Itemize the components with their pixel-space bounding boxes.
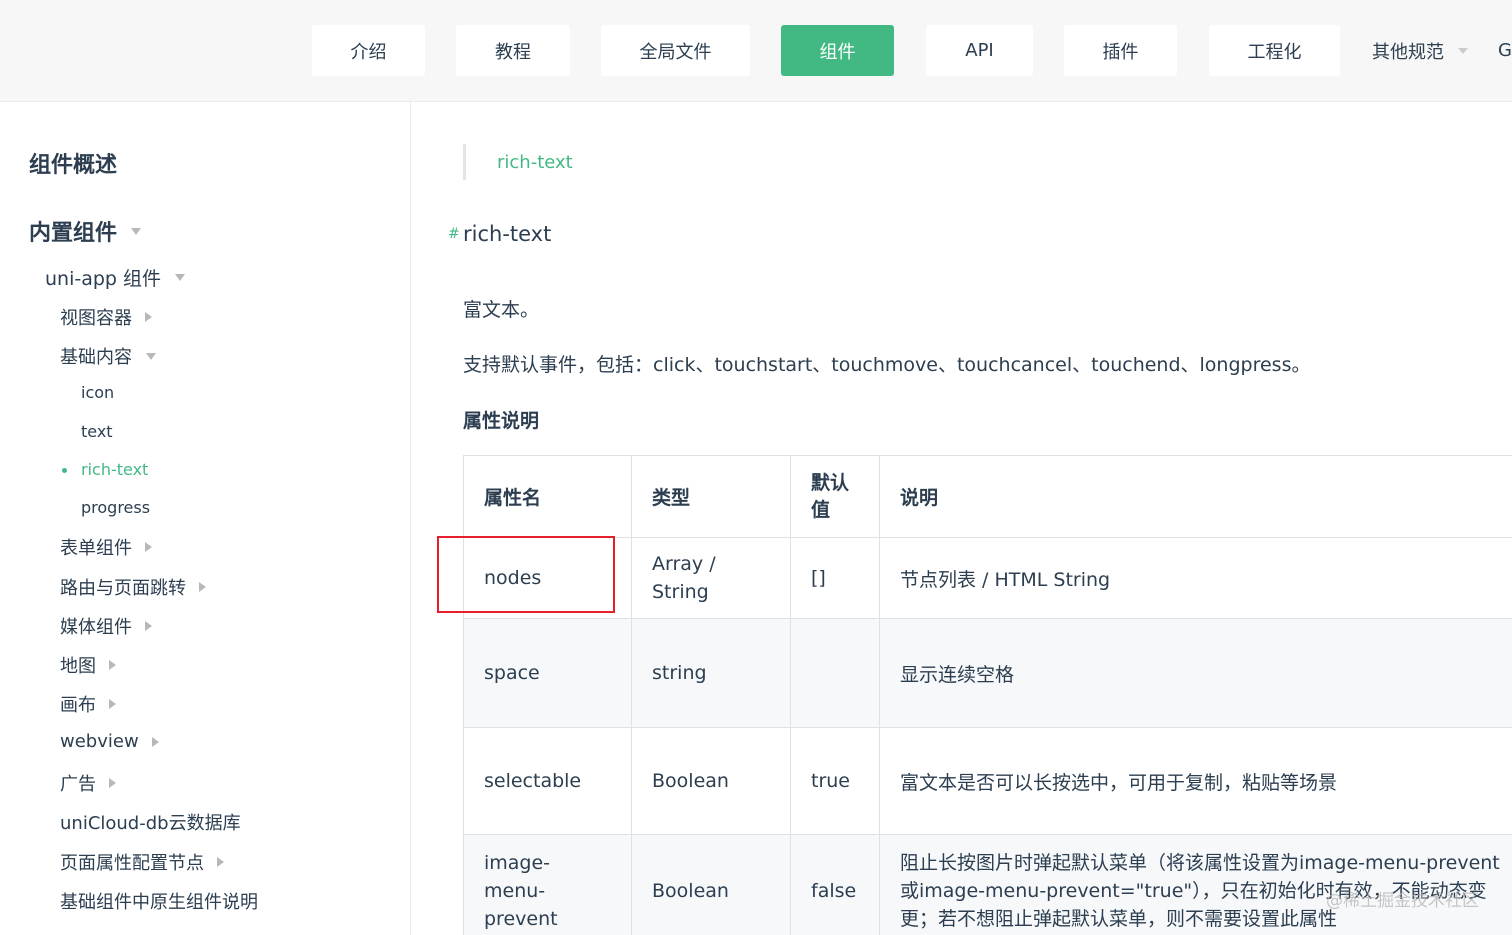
sidebar-item-label: 媒体组件 (60, 617, 132, 638)
sidebar-item-media[interactable]: 媒体组件 (60, 613, 152, 639)
sidebar-item-webview[interactable]: webview (60, 731, 159, 752)
table-cell: 节点列表 / HTML String (879, 537, 1512, 619)
chevron-right-icon (199, 582, 206, 592)
attributes-heading: 属性说明 (463, 410, 540, 432)
sidebar-item-label: 路由与页面跳转 (60, 578, 186, 599)
description-text: 富文本。 (463, 299, 540, 321)
table-cell: 富文本是否可以长按选中，可用于复制，粘贴等场景 (879, 727, 1512, 835)
column-header: 说明 (879, 455, 1512, 538)
sidebar-item-label: 视图容器 (60, 308, 132, 329)
watermark: @稀土掘金技术社区 (1326, 891, 1479, 911)
sidebar-item-label: uni-app 组件 (45, 268, 162, 290)
nav-intro[interactable]: 介绍 (312, 25, 425, 76)
nav-api[interactable]: API (926, 25, 1033, 76)
sidebar-item-uniapp-components[interactable]: uni-app 组件 (45, 264, 186, 291)
table-header-row: 属性名 类型 默认值 说明 (463, 455, 1512, 538)
table-cell: nodes (463, 537, 632, 619)
sidebar-item-label: 画布 (60, 695, 96, 716)
sidebar-item-unicloud-db[interactable]: uniCloud-db云数据库 (60, 809, 241, 835)
column-header: 默认值 (790, 455, 880, 538)
top-navbar: 介绍 教程 全局文件 组件 API 插件 工程化 其他规范 G (0, 0, 1512, 102)
sidebar-item-page-meta[interactable]: 页面属性配置节点 (60, 849, 224, 875)
nav-overflow-item[interactable]: G (1498, 25, 1512, 76)
table-cell: string (631, 618, 791, 728)
breadcrumb[interactable]: rich-text (463, 144, 573, 180)
sidebar-item-label: 表单组件 (60, 538, 132, 559)
nav-more-specs[interactable]: 其他规范 (1362, 25, 1478, 76)
sidebar-item-basic-content[interactable]: 基础内容 (60, 343, 156, 369)
sidebar-item-routing[interactable]: 路由与页面跳转 (60, 574, 206, 600)
chevron-right-icon (217, 857, 224, 867)
column-header: 类型 (631, 455, 791, 538)
table-cell: image-menu-prevent (463, 834, 632, 935)
chevron-right-icon (145, 312, 152, 322)
table-row: image-menu-prevent Boolean false 阻止长按图片时… (463, 834, 1512, 935)
sidebar-item-icon[interactable]: icon (81, 383, 114, 402)
table-row: nodes Array / String [] 节点列表 / HTML Stri… (463, 537, 1512, 619)
table-cell (790, 618, 880, 728)
nav-components[interactable]: 组件 (781, 25, 894, 76)
chevron-down-icon (1458, 47, 1468, 54)
sidebar-item-label: 地图 (60, 656, 96, 677)
chevron-right-icon (109, 778, 116, 788)
table-cell: 显示连续空格 (879, 618, 1512, 728)
sidebar-item-label: 广告 (60, 774, 96, 795)
table-cell: 阻止长按图片时弹起默认菜单（将该属性设置为image-menu-prevent或… (879, 834, 1512, 935)
sidebar-item-label: 基础内容 (60, 347, 132, 368)
chevron-down-icon (175, 274, 186, 281)
nav-engineering[interactable]: 工程化 (1209, 25, 1340, 76)
chevron-down-icon (146, 352, 156, 360)
table-cell: false (790, 834, 880, 935)
table-cell: [] (790, 537, 880, 619)
events-text: 支持默认事件，包括：click、touchstart、touchmove、tou… (463, 354, 1311, 376)
table-cell: true (790, 727, 880, 835)
chevron-right-icon (109, 699, 116, 709)
sidebar: 组件概述 内置组件 uni-app 组件 视图容器 基础内容 icon text… (0, 102, 411, 935)
sidebar-heading-builtin[interactable]: 内置组件 (29, 215, 142, 247)
attributes-table: 属性名 类型 默认值 说明 nodes Array / String [] 节点… (463, 455, 1512, 935)
nav-more-label: 其他规范 (1372, 41, 1444, 63)
chevron-right-icon (145, 542, 152, 552)
sidebar-item-text[interactable]: text (81, 422, 113, 441)
chevron-right-icon (109, 660, 116, 670)
sidebar-item-rich-text[interactable]: rich-text (81, 460, 148, 479)
chevron-right-icon (145, 621, 152, 631)
heading-anchor-link[interactable]: # (448, 226, 460, 242)
chevron-right-icon (151, 736, 159, 747)
table-cell: Boolean (631, 727, 791, 835)
sidebar-item-view-container[interactable]: 视图容器 (60, 304, 152, 330)
sidebar-item-progress[interactable]: progress (81, 498, 150, 517)
page-title: rich-text (463, 222, 552, 246)
nav-plugins[interactable]: 插件 (1064, 25, 1177, 76)
column-header: 属性名 (463, 455, 632, 538)
sidebar-item-label: webview (60, 731, 139, 752)
table-cell: space (463, 618, 632, 728)
table-cell: Array / String (631, 537, 791, 619)
chevron-down-icon (131, 227, 142, 235)
table-cell: Boolean (631, 834, 791, 935)
nav-global-files[interactable]: 全局文件 (601, 25, 750, 76)
sidebar-item-label: 内置组件 (29, 221, 118, 246)
table-row: selectable Boolean true 富文本是否可以长按选中，可用于复… (463, 727, 1512, 835)
active-dot-icon (62, 468, 67, 473)
sidebar-item-ads[interactable]: 广告 (60, 770, 116, 796)
table-cell: selectable (463, 727, 632, 835)
sidebar-item-map[interactable]: 地图 (60, 652, 116, 678)
sidebar-item-label: 页面属性配置节点 (60, 853, 204, 874)
sidebar-item-canvas[interactable]: 画布 (60, 691, 116, 717)
sidebar-item-form[interactable]: 表单组件 (60, 534, 152, 560)
table-row: space string 显示连续空格 (463, 618, 1512, 728)
main-content: rich-text # rich-text 富文本。 支持默认事件，包括：cli… (412, 102, 1512, 935)
sidebar-item-native-note[interactable]: 基础组件中原生组件说明 (60, 888, 258, 914)
sidebar-heading-overview[interactable]: 组件概述 (29, 147, 117, 179)
nav-tutorial[interactable]: 教程 (456, 25, 570, 76)
